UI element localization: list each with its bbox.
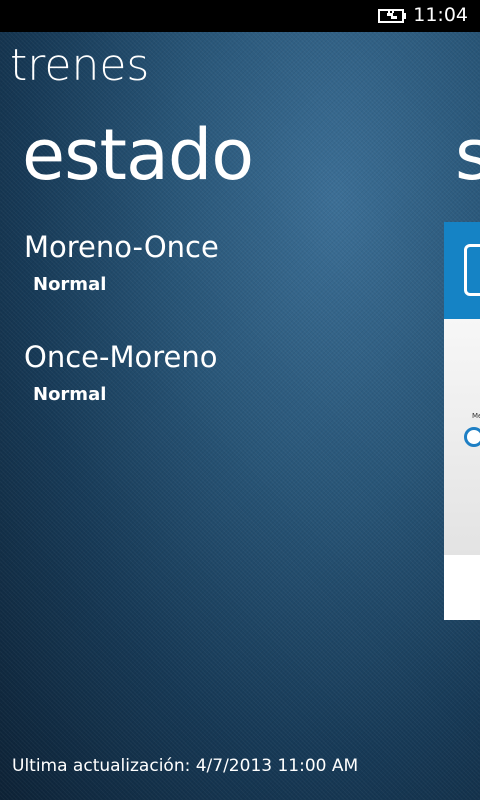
status-bar: 11:04 bbox=[0, 0, 480, 32]
route-status: Normal bbox=[33, 274, 107, 295]
route-item[interactable]: Once-Moreno Normal bbox=[24, 338, 424, 448]
train-logo-icon bbox=[464, 244, 480, 296]
route-name: Once-Moreno bbox=[24, 340, 218, 374]
panel-map-label: Me bbox=[472, 412, 480, 420]
status-clock: 11:04 bbox=[413, 4, 468, 26]
route-status: Normal bbox=[33, 384, 107, 405]
last-update-text: Ultima actualización: 4/7/2013 11:00 AM bbox=[12, 756, 359, 776]
route-list: Moreno-Once Normal Once-Moreno Normal bbox=[24, 228, 424, 448]
app-title: trenes bbox=[10, 40, 150, 91]
route-item[interactable]: Moreno-Once Normal bbox=[24, 228, 424, 338]
pivot-header-estado[interactable]: estado bbox=[22, 114, 254, 196]
station-marker-icon[interactable] bbox=[464, 427, 480, 447]
next-pivot-panel-peek[interactable]: Me bbox=[444, 222, 480, 620]
route-name: Moreno-Once bbox=[24, 230, 219, 264]
charging-battery-icon bbox=[378, 9, 406, 23]
pivot-header-next-peek[interactable]: s bbox=[455, 114, 480, 196]
